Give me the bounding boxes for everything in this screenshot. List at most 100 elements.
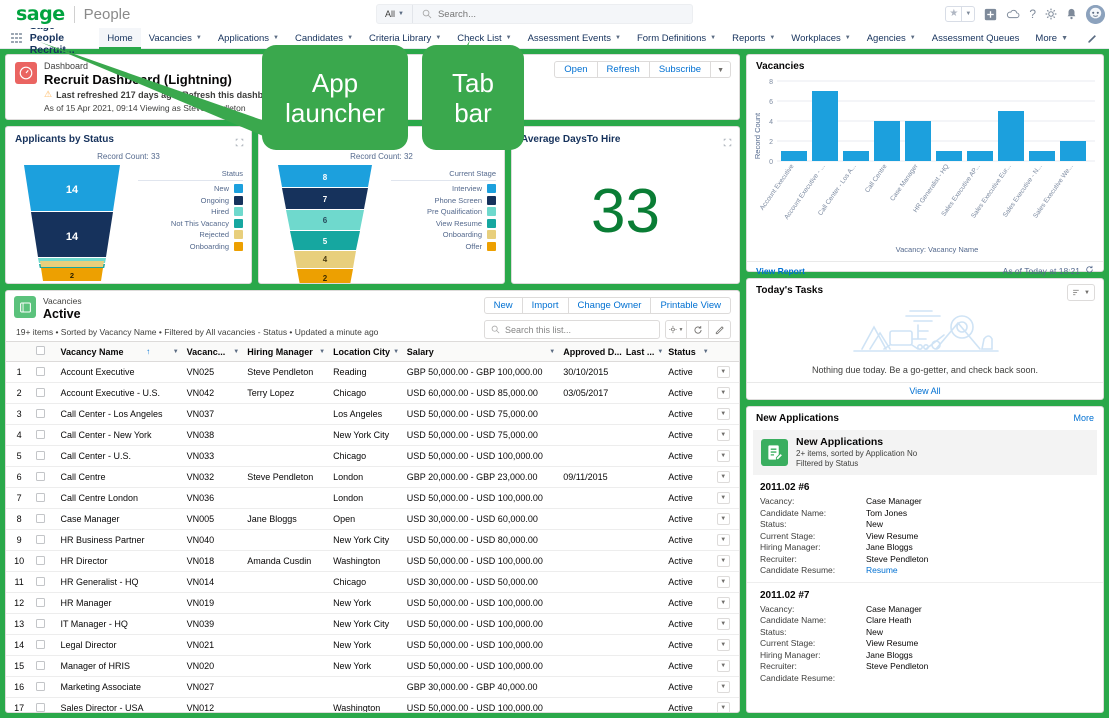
row-select-cell[interactable] xyxy=(32,383,56,404)
col-location-city[interactable]: Location City▼ xyxy=(329,342,403,362)
table-row[interactable]: 17Sales Director - USAVN012WashingtonUSD… xyxy=(6,698,739,713)
cell-row-actions[interactable]: ▼ xyxy=(713,467,739,488)
dashboard-more-button[interactable]: ▼ xyxy=(711,61,731,78)
cell-row-actions[interactable]: ▼ xyxy=(713,404,739,425)
new-button[interactable]: New xyxy=(484,297,523,314)
row-actions-chevron-icon[interactable]: ▼ xyxy=(717,555,730,567)
cell-vacancy-name[interactable]: IT Manager - HQ xyxy=(56,614,182,635)
cell-row-actions[interactable]: ▼ xyxy=(713,509,739,530)
col-vacancy-name[interactable]: Vacancy Name↑▼ xyxy=(56,342,182,362)
table-row[interactable]: 2Account Executive - U.S.VN042Terry Lope… xyxy=(6,383,739,404)
chevron-down-icon[interactable]: ▼ xyxy=(319,349,325,355)
chevron-down-icon[interactable]: ▼ xyxy=(233,349,239,355)
table-row[interactable]: 16Marketing AssociateVN027GBP 30,000.00 … xyxy=(6,677,739,698)
row-select-cell[interactable] xyxy=(32,698,56,713)
tasks-sort-button[interactable]: ▼ xyxy=(1067,284,1095,301)
search-input[interactable] xyxy=(438,5,692,23)
cloud-icon[interactable] xyxy=(1006,9,1020,20)
tab-assessment-events[interactable]: Assessment Events▼ xyxy=(520,28,629,48)
table-row[interactable]: 12HR ManagerVN019New YorkUSD 50,000.00 -… xyxy=(6,593,739,614)
favorites-star-icon[interactable]: ★ xyxy=(946,7,961,21)
subscribe-button[interactable]: Subscribe xyxy=(650,61,711,78)
row-actions-chevron-icon[interactable]: ▼ xyxy=(717,450,730,462)
row-checkbox[interactable] xyxy=(36,556,45,565)
row-select-cell[interactable] xyxy=(32,530,56,551)
table-row[interactable]: 3Call Center - Los AngelesVN037Los Angel… xyxy=(6,404,739,425)
row-actions-chevron-icon[interactable]: ▼ xyxy=(717,492,730,504)
search-scope-dropdown[interactable]: All ▼ xyxy=(377,5,413,23)
legend-item[interactable]: Onboarding xyxy=(138,242,243,251)
cell-row-actions[interactable]: ▼ xyxy=(713,572,739,593)
cell-row-actions[interactable]: ▼ xyxy=(713,593,739,614)
cell-row-actions[interactable]: ▼ xyxy=(713,635,739,656)
row-select-cell[interactable] xyxy=(32,425,56,446)
cell-hiring-manager[interactable]: Jane Bloggs xyxy=(243,509,329,530)
cell-vacancy-name[interactable]: Account Executive - U.S. xyxy=(56,383,182,404)
row-actions-chevron-icon[interactable]: ▼ xyxy=(717,618,730,630)
row-select-cell[interactable] xyxy=(32,593,56,614)
legend-item[interactable]: Onboarding xyxy=(391,230,496,239)
new-application-item[interactable]: 2011.02 #6 Vacancy: Case Manager Candida… xyxy=(747,475,1103,583)
table-row[interactable]: 8Case ManagerVN005Jane BloggsOpenUSD 30,… xyxy=(6,509,739,530)
tab-more[interactable]: More▼ xyxy=(1027,28,1076,48)
list-settings-gear-icon[interactable]: ▼ xyxy=(665,320,687,339)
row-actions-chevron-icon[interactable]: ▼ xyxy=(717,387,730,399)
cell-row-actions[interactable]: ▼ xyxy=(713,425,739,446)
table-row[interactable]: 14Legal DirectorVN021New YorkUSD 50,000.… xyxy=(6,635,739,656)
cell-vacancy-name[interactable]: HR Manager xyxy=(56,593,182,614)
pencil-icon[interactable] xyxy=(1076,28,1109,48)
cell-row-actions[interactable]: ▼ xyxy=(713,383,739,404)
row-select-cell[interactable] xyxy=(32,362,56,383)
legend-item[interactable]: Ongoing xyxy=(138,196,243,205)
row-checkbox[interactable] xyxy=(36,535,45,544)
row-actions-chevron-icon[interactable]: ▼ xyxy=(717,702,730,712)
table-row[interactable]: 15Manager of HRISVN020New YorkUSD 50,000… xyxy=(6,656,739,677)
field-value-resume-link[interactable]: Resume xyxy=(866,565,1093,577)
row-select-cell[interactable] xyxy=(32,572,56,593)
cell-vacancy-name[interactable]: Case Manager xyxy=(56,509,182,530)
row-checkbox[interactable] xyxy=(36,619,45,628)
change-owner-button[interactable]: Change Owner xyxy=(569,297,652,314)
row-actions-chevron-icon[interactable]: ▼ xyxy=(717,513,730,525)
current-app-name[interactable]: Sage People Recruit... xyxy=(28,28,100,48)
cell-vacancy-name[interactable]: Call Centre London xyxy=(56,488,182,509)
legend-item[interactable]: View Resume xyxy=(391,219,496,228)
cell-row-actions[interactable]: ▼ xyxy=(713,614,739,635)
cell-vacancy-name[interactable]: Call Center - Los Angeles xyxy=(56,404,182,425)
cell-hiring-manager[interactable]: Steve Pendleton xyxy=(243,467,329,488)
row-actions-chevron-icon[interactable]: ▼ xyxy=(717,639,730,651)
table-row[interactable]: 7Call Centre LondonVN036LondonUSD 50,000… xyxy=(6,488,739,509)
table-row[interactable]: 6Call CentreVN032Steve PendletonLondonGB… xyxy=(6,467,739,488)
legend-item[interactable]: Interview xyxy=(391,184,496,193)
select-all-header[interactable] xyxy=(32,342,56,362)
col-status[interactable]: Status▼ xyxy=(664,342,712,362)
edit-pencil-icon[interactable] xyxy=(709,320,731,339)
cell-vacancy-name[interactable]: Legal Director xyxy=(56,635,182,656)
new-application-item[interactable]: 2011.02 #7 Vacancy: Case Manager Candida… xyxy=(747,583,1103,690)
cell-vacancy-name[interactable]: Account Executive xyxy=(56,362,182,383)
legend-item[interactable]: New xyxy=(138,184,243,193)
legend-item[interactable]: Hired xyxy=(138,207,243,216)
cell-vacancy-name[interactable]: HR Business Partner xyxy=(56,530,182,551)
global-search[interactable]: All ▼ xyxy=(376,4,693,24)
row-select-cell[interactable] xyxy=(32,509,56,530)
tab-agencies[interactable]: Agencies▼ xyxy=(859,28,924,48)
vacancies-table-scroll[interactable]: Vacancy Name↑▼ Vacanc...▼ Hiring Manager… xyxy=(6,341,739,712)
row-select-cell[interactable] xyxy=(32,446,56,467)
tasks-view-all-link[interactable]: View All xyxy=(747,382,1103,399)
chevron-down-icon[interactable]: ▼ xyxy=(393,349,399,355)
cell-hiring-manager[interactable]: Terry Lopez xyxy=(243,383,329,404)
row-checkbox[interactable] xyxy=(36,577,45,586)
legend-item[interactable]: Phone Screen xyxy=(391,196,496,205)
col-vacancy-no[interactable]: Vacanc...▼ xyxy=(183,342,244,362)
cell-row-actions[interactable]: ▼ xyxy=(713,677,739,698)
table-row[interactable]: 10HR DirectorVN018Amanda CusdinWashingto… xyxy=(6,551,739,572)
row-actions-chevron-icon[interactable]: ▼ xyxy=(717,597,730,609)
row-select-cell[interactable] xyxy=(32,635,56,656)
table-row[interactable]: 11HR Generalist - HQVN014ChicagoUSD 30,0… xyxy=(6,572,739,593)
cell-row-actions[interactable]: ▼ xyxy=(713,446,739,467)
table-row[interactable]: 4Call Center - New YorkVN038New York Cit… xyxy=(6,425,739,446)
row-actions-chevron-icon[interactable]: ▼ xyxy=(717,366,730,378)
row-checkbox[interactable] xyxy=(36,430,45,439)
row-select-cell[interactable] xyxy=(32,656,56,677)
